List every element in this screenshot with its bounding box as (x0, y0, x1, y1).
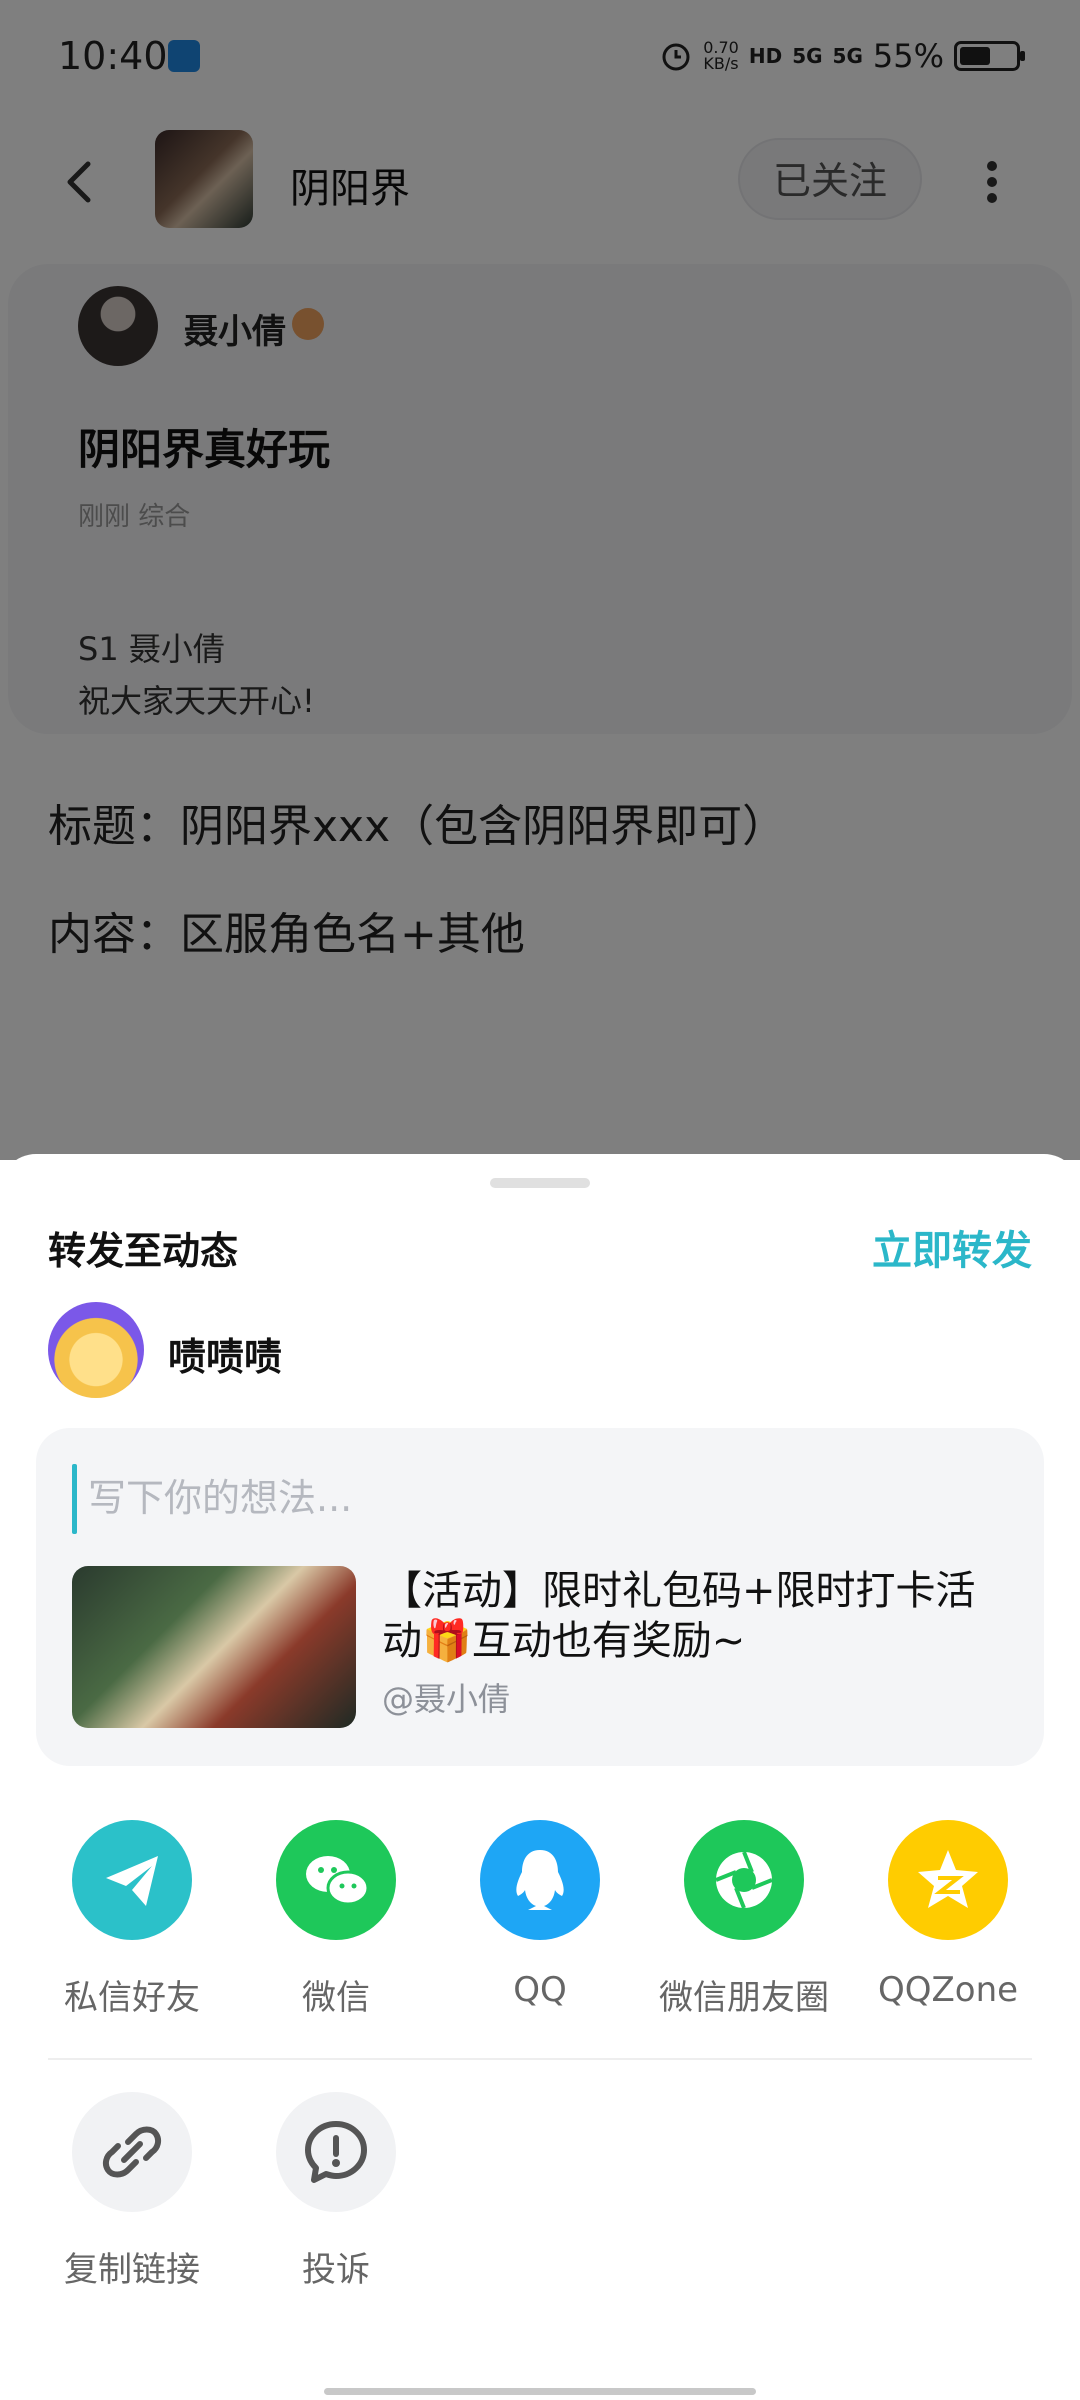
share-qzone[interactable]: QQZone (848, 1820, 1048, 2020)
compose-box: 【活动】限时礼包码+限时打卡活动🎁互动也有奖励~ @聂小倩 (36, 1428, 1044, 1766)
share-icon-circle (888, 1820, 1008, 1940)
text-caret (72, 1464, 77, 1534)
share-label: 微信 (302, 1978, 370, 2018)
forward-now-button[interactable]: 立即转发 (872, 1218, 1032, 1276)
thoughts-input[interactable] (80, 1468, 996, 1528)
dim-overlay[interactable] (0, 0, 1080, 1160)
moments-icon (715, 1851, 773, 1909)
shared-post-author: @聂小倩 (382, 1680, 511, 1718)
link-icon (102, 2126, 162, 2178)
shared-post-title: 【活动】限时礼包码+限时打卡活动🎁互动也有奖励~ (382, 1568, 976, 1664)
share-moments[interactable]: 微信朋友圈 (644, 1820, 844, 2020)
share-qq[interactable]: QQ (440, 1820, 640, 2020)
share-icon-circle (72, 1820, 192, 1940)
qzone-star-icon (918, 1850, 978, 1908)
action-label: 复制链接 (64, 2250, 200, 2290)
action-label: 投诉 (302, 2250, 370, 2290)
share-icon-circle (276, 1820, 396, 1940)
share-label: QQ (513, 1970, 567, 2010)
share-label: 私信好友 (64, 1978, 200, 2018)
divider (48, 2058, 1032, 2060)
user-avatar (48, 1302, 144, 1398)
share-private-message[interactable]: 私信好友 (32, 1820, 232, 2020)
share-label: QQZone (877, 1970, 1019, 2010)
share-wechat[interactable]: 微信 (236, 1820, 436, 2020)
sheet-drag-handle[interactable] (490, 1178, 590, 1188)
home-indicator[interactable] (324, 2388, 756, 2395)
share-icon-circle (480, 1820, 600, 1940)
share-icon-circle (684, 1820, 804, 1940)
user-name: 啧啧啧 (168, 1335, 283, 1379)
share-label: 微信朋友圈 (659, 1978, 829, 2018)
alert-icon (305, 2121, 367, 2183)
page: 10:40 0.70 KB/s HD 5G 5G 55% (0, 0, 1080, 2400)
paper-plane-icon (106, 1856, 158, 1906)
action-icon-circle (72, 2092, 192, 2212)
action-icon-circle (276, 2092, 396, 2212)
qq-penguin-icon (516, 1850, 564, 1910)
wechat-icon (306, 1856, 370, 1906)
report-button[interactable]: 投诉 (236, 2092, 436, 2292)
shared-post-thumbnail (72, 1566, 356, 1728)
copy-link-button[interactable]: 复制链接 (32, 2092, 232, 2292)
sheet-title: 转发至动态 (48, 1229, 239, 1273)
